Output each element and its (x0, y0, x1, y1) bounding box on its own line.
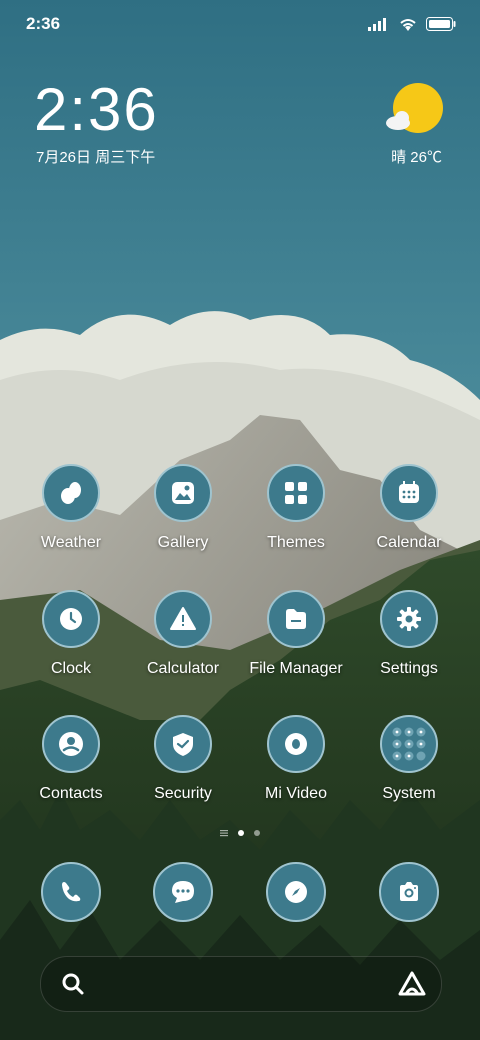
themes-icon (267, 464, 325, 522)
phone-icon (41, 862, 101, 922)
security-icon (154, 715, 212, 773)
app-mi-video[interactable]: Mi Video (241, 715, 351, 803)
app-themes[interactable]: Themes (241, 464, 351, 552)
page-dot[interactable] (254, 830, 260, 836)
app-label: Calculator (146, 660, 220, 677)
app-label: File Manager (249, 660, 343, 677)
clock-widget-date: 7月26日 周三下午 (36, 149, 156, 166)
dock-phone[interactable] (16, 862, 126, 922)
app-label: Gallery (157, 534, 209, 551)
app-weather[interactable]: Weather (16, 464, 126, 552)
app-label: Mi Video (265, 785, 327, 802)
gallery-icon (154, 464, 212, 522)
settings-icon (380, 590, 438, 648)
wifi-icon (400, 19, 416, 31)
page-dot-active[interactable] (238, 830, 244, 836)
sun-cloud-icon (386, 83, 443, 133)
weather-text: 晴 26℃ (391, 149, 442, 166)
app-gallery[interactable]: Gallery (128, 464, 238, 552)
app-file-manager[interactable]: File Manager (241, 590, 351, 678)
calendar-icon (380, 464, 438, 522)
app-label: Clock (50, 660, 91, 677)
dock-messages[interactable] (128, 862, 238, 922)
contacts-icon (42, 715, 100, 773)
app-label: Weather (40, 534, 102, 551)
app-security[interactable]: Security (128, 715, 238, 803)
menu-lines-icon (220, 830, 228, 837)
messages-icon (153, 862, 213, 922)
app-settings[interactable]: Settings (354, 590, 464, 678)
search-bar[interactable] (40, 956, 442, 1012)
app-calculator[interactable]: Calculator (128, 590, 238, 678)
browser-icon (266, 862, 326, 922)
app-label: Security (154, 785, 212, 802)
app-system-folder[interactable]: System (354, 715, 464, 803)
assistant-icon[interactable] (397, 970, 427, 998)
mi-video-icon (267, 715, 325, 773)
search-icon[interactable] (61, 972, 85, 996)
app-label: Contacts (39, 785, 103, 802)
app-label: System (382, 785, 436, 802)
weather-widget[interactable] (384, 82, 444, 143)
dock-browser[interactable] (241, 862, 351, 922)
system-folder-icon (380, 715, 438, 773)
battery-icon (426, 17, 456, 31)
app-label: Settings (380, 660, 438, 677)
file-manager-icon (267, 590, 325, 648)
app-label: Calendar (376, 534, 442, 551)
status-bar: 2:36 (26, 14, 456, 38)
clock-widget-time[interactable]: 2:36 (34, 78, 159, 142)
app-contacts[interactable]: Contacts (16, 715, 126, 803)
weather-icon (42, 464, 100, 522)
signal-icon (368, 18, 386, 31)
calculator-icon (154, 590, 212, 648)
app-calendar[interactable]: Calendar (354, 464, 464, 552)
app-label: Themes (267, 534, 325, 551)
page-indicator (0, 829, 480, 837)
dock-camera[interactable] (354, 862, 464, 922)
camera-icon (379, 862, 439, 922)
clock-icon (42, 590, 100, 648)
app-clock[interactable]: Clock (16, 590, 126, 678)
status-time: 2:36 (26, 14, 61, 33)
